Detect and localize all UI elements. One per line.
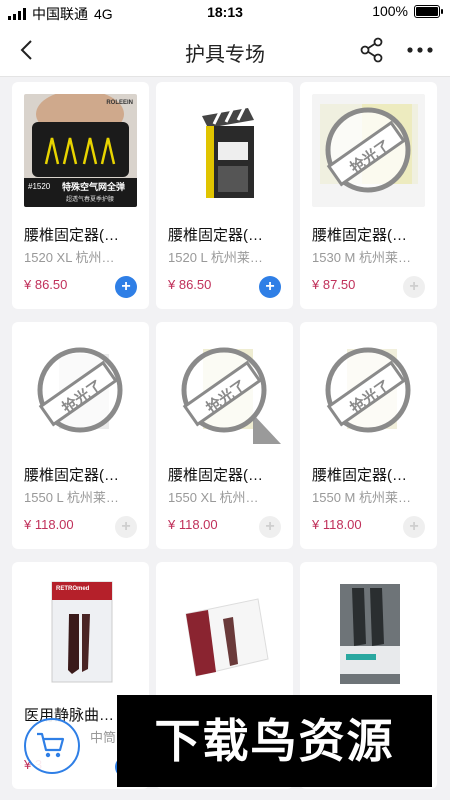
product-spec: 1530 M 杭州莱… bbox=[312, 250, 411, 265]
product-image[interactable] bbox=[312, 574, 425, 687]
image-subcaption: 超透气春夏季护腰 bbox=[66, 197, 115, 203]
sold-out-label: 抢光了 bbox=[347, 377, 394, 418]
product-price: ¥ 86.50 bbox=[168, 277, 212, 292]
sold-out-stamp: 抢光了 bbox=[24, 334, 137, 447]
product-spec: 1550 XL 杭州… bbox=[168, 490, 259, 505]
product-image[interactable] bbox=[168, 94, 281, 207]
watermark-banner: 下载鸟资源 bbox=[117, 695, 432, 787]
product-card[interactable]: ROLEEIN #1520 特殊空气网全弹 超透气春夏季护腰 腰椎固定器(… 1… bbox=[12, 82, 149, 309]
product-card[interactable]: 抢光了 腰椎固定器(… 1550 XL 杭州… ¥ 118.00 + bbox=[156, 322, 293, 549]
product-name: 腰椎固定器(… bbox=[168, 227, 263, 244]
product-price: ¥ 86.50 bbox=[24, 277, 68, 292]
sold-out-stamp: 抢光了 bbox=[312, 94, 425, 207]
battery-fill bbox=[416, 6, 438, 16]
product-name: 腰椎固定器(… bbox=[168, 467, 263, 484]
product-spec: 1550 L 杭州莱… bbox=[24, 490, 119, 505]
cart-icon bbox=[37, 732, 65, 758]
status-right: 100% bbox=[372, 3, 443, 19]
product-name: 腰椎固定器(… bbox=[24, 467, 119, 484]
sold-out-label: 抢光了 bbox=[203, 377, 250, 418]
image-code: #1520 bbox=[28, 182, 51, 191]
add-to-cart-button[interactable]: + bbox=[403, 516, 425, 538]
product-price: ¥ 118.00 bbox=[168, 517, 218, 532]
add-to-cart-button[interactable]: + bbox=[115, 276, 137, 298]
image-brand: ROLEEIN bbox=[106, 100, 133, 106]
product-name: 腰椎固定器(… bbox=[312, 227, 407, 244]
product-spec: 1520 XL 杭州… bbox=[24, 250, 115, 265]
product-spec: 1550 M 杭州莱… bbox=[312, 490, 411, 505]
add-to-cart-button[interactable]: + bbox=[403, 276, 425, 298]
product-name: 腰椎固定器(… bbox=[312, 467, 407, 484]
plus-icon: + bbox=[121, 278, 131, 295]
product-card[interactable]: 抢光了 腰椎固定器(… 1550 L 杭州莱… ¥ 118.00 + bbox=[12, 322, 149, 549]
product-price: ¥ 87.50 bbox=[312, 277, 356, 292]
image-caption: 特殊空气网全弹 bbox=[62, 182, 126, 192]
plus-icon: + bbox=[409, 278, 419, 295]
product-card[interactable]: 抢光了 腰椎固定器(… 1530 M 杭州莱… ¥ 87.50 + bbox=[300, 82, 437, 309]
product-image[interactable]: ROLEEIN #1520 特殊空气网全弹 超透气春夏季护腰 bbox=[24, 94, 137, 207]
add-to-cart-button[interactable]: + bbox=[259, 276, 281, 298]
product-grid: ROLEEIN #1520 特殊空气网全弹 超透气春夏季护腰 腰椎固定器(… 1… bbox=[12, 82, 438, 789]
plus-icon: + bbox=[265, 278, 275, 295]
plus-icon: + bbox=[409, 518, 419, 535]
floating-cart-button[interactable] bbox=[24, 718, 80, 774]
plus-icon: + bbox=[265, 518, 275, 535]
product-price: ¥ 118.00 bbox=[24, 517, 74, 532]
product-image[interactable] bbox=[168, 574, 281, 687]
product-price: ¥ 118.00 bbox=[312, 517, 362, 532]
product-image[interactable]: 抢光了 bbox=[24, 334, 137, 447]
share-button[interactable] bbox=[358, 36, 386, 64]
sold-out-stamp: 抢光了 bbox=[312, 334, 425, 447]
product-name: 腰椎固定器(… bbox=[24, 227, 119, 244]
product-image[interactable]: 抢光了 bbox=[312, 94, 425, 207]
more-dots-icon bbox=[407, 47, 433, 53]
sold-out-label: 抢光了 bbox=[59, 377, 106, 418]
add-to-cart-button[interactable]: + bbox=[259, 516, 281, 538]
plus-icon: + bbox=[121, 518, 131, 535]
battery-percent: 100% bbox=[372, 3, 408, 19]
battery-icon bbox=[414, 4, 443, 18]
add-to-cart-button[interactable]: + bbox=[115, 516, 137, 538]
product-image[interactable]: RETROmed bbox=[24, 574, 137, 687]
nav-bar: 护具专场 bbox=[0, 24, 450, 77]
product-spec: 1520 L 杭州莱… bbox=[168, 250, 263, 265]
sold-out-stamp: 抢光了 bbox=[168, 334, 281, 447]
more-button[interactable] bbox=[404, 36, 436, 64]
product-card[interactable]: 抢光了 腰椎固定器(… 1550 M 杭州莱… ¥ 118.00 + bbox=[300, 322, 437, 549]
product-image[interactable]: 抢光了 bbox=[168, 334, 281, 447]
product-card[interactable]: 腰椎固定器(… 1520 L 杭州莱… ¥ 86.50 + bbox=[156, 82, 293, 309]
status-bar: 中国联通 4G 18:13 100% bbox=[0, 0, 450, 24]
share-icon bbox=[360, 37, 383, 63]
product-image[interactable]: 抢光了 bbox=[312, 334, 425, 447]
sold-out-label: 抢光了 bbox=[347, 137, 394, 178]
image-brand: RETROmed bbox=[56, 586, 90, 592]
